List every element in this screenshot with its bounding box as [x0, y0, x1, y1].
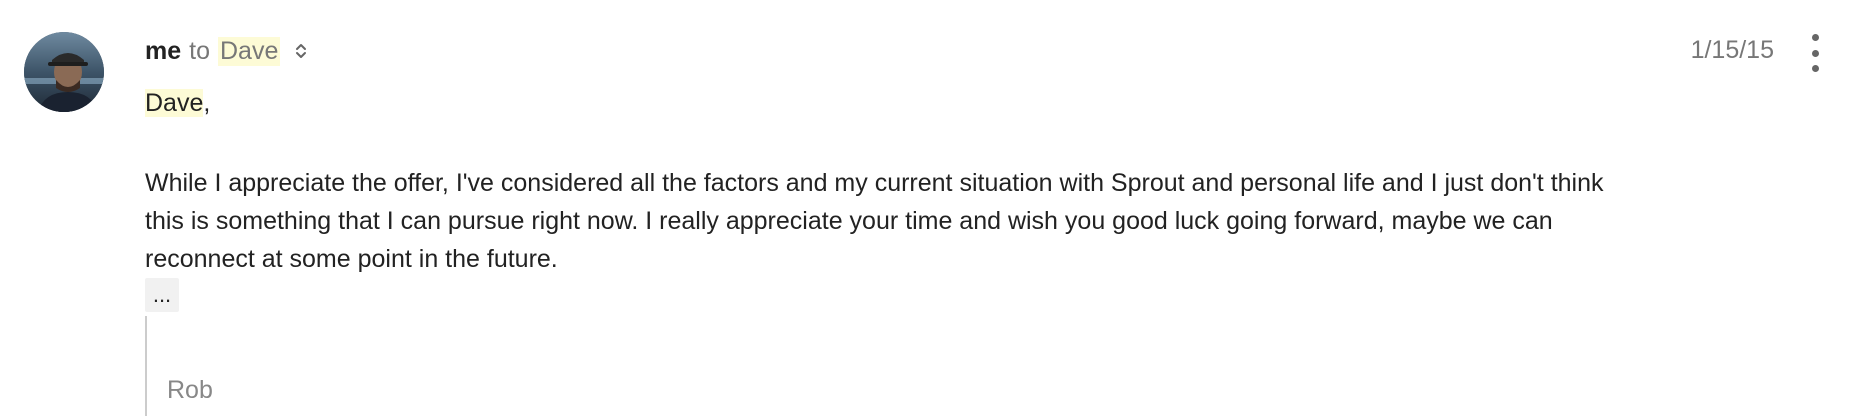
message-body: While I appreciate the offer, I've consi… — [145, 169, 1604, 273]
greeting-punctuation: , — [203, 89, 211, 117]
sender-avatar[interactable] — [24, 32, 104, 112]
avatar-image — [24, 32, 104, 112]
quote-divider — [145, 316, 147, 416]
more-vertical-icon[interactable] — [1804, 34, 1826, 72]
dot — [1811, 49, 1819, 57]
greeting-name: Dave — [145, 89, 204, 117]
quoted-signature: Rob — [167, 376, 213, 404]
sender-name[interactable]: me — [145, 37, 181, 66]
recipient-name[interactable]: Dave — [218, 36, 281, 66]
to-label: to — [189, 36, 210, 65]
message-date: 1/15/15 — [1690, 36, 1774, 64]
dot — [1811, 34, 1819, 41]
greeting-line: Dave, — [145, 87, 210, 119]
message-header: me to Dave — [145, 34, 308, 68]
dot — [1811, 65, 1819, 72]
chevron-updown-icon[interactable] — [294, 40, 308, 62]
show-trimmed-content-button[interactable]: ... — [145, 278, 179, 312]
